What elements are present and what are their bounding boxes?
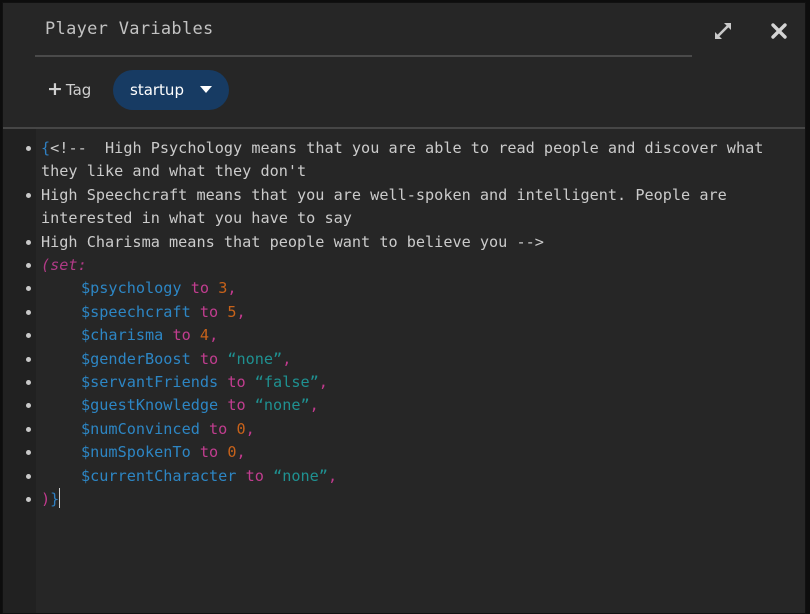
tag-startup[interactable]: startup bbox=[113, 70, 229, 110]
comma: , bbox=[309, 396, 319, 415]
close-x-icon bbox=[771, 23, 787, 39]
close-paren: ) bbox=[41, 490, 51, 509]
code-line: High Charisma means that people want to … bbox=[3, 231, 805, 254]
variable-name: $guestKnowledge bbox=[81, 396, 219, 415]
code-line-assignment: $psychology to 3, bbox=[3, 277, 805, 300]
variable-name: $psychology bbox=[81, 279, 182, 298]
variable-value: “none” bbox=[254, 396, 310, 415]
text-cursor bbox=[59, 488, 61, 509]
variable-value: 5 bbox=[227, 302, 237, 321]
comma: , bbox=[245, 419, 255, 438]
player-variables-dialog: Player Variables + Tag startup {<!-- Hig… bbox=[2, 2, 806, 614]
variable-value: 4 bbox=[199, 326, 210, 345]
to-keyword: to bbox=[227, 396, 246, 415]
close-brace: } bbox=[50, 490, 60, 509]
maximize-button[interactable] bbox=[711, 19, 735, 43]
code-line-assignment: $charisma to 4, bbox=[3, 324, 805, 347]
comment-text: High Psychology means that you are able … bbox=[41, 139, 773, 181]
code-line-assignment: $servantFriends to “false”, bbox=[3, 371, 805, 394]
code-line-assignment: $numSpokenTo to 0, bbox=[3, 441, 805, 464]
variable-value: “none” bbox=[227, 349, 283, 368]
comma: , bbox=[236, 302, 246, 321]
code-line-assignment: $numConvinced to 0, bbox=[3, 418, 805, 441]
to-keyword: to bbox=[190, 279, 210, 298]
comma: , bbox=[236, 443, 246, 462]
comment-open: <!-- bbox=[50, 139, 106, 157]
tag-toolbar: + Tag startup bbox=[3, 65, 805, 125]
variable-value: “false” bbox=[254, 373, 319, 392]
variable-name: $numSpokenTo bbox=[81, 443, 191, 462]
comma: , bbox=[327, 466, 338, 485]
to-keyword: to bbox=[199, 443, 219, 462]
code-line-assignment: $speechcraft to 5, bbox=[3, 301, 805, 324]
add-tag-label: Tag bbox=[65, 80, 92, 99]
code-line: (set: bbox=[3, 254, 805, 277]
plus-icon: + bbox=[47, 78, 63, 100]
to-keyword: to bbox=[199, 349, 219, 368]
dialog-title[interactable]: Player Variables bbox=[45, 19, 214, 39]
code-line: {<!-- High Psychology means that you are… bbox=[3, 137, 805, 184]
brace-open: { bbox=[41, 139, 51, 157]
variable-name: $charisma bbox=[81, 326, 164, 345]
comma: , bbox=[227, 279, 237, 298]
add-tag-button[interactable]: + Tag bbox=[47, 80, 91, 99]
comment-text: High Charisma means that people want to … bbox=[41, 232, 544, 251]
set-macro: (set: bbox=[41, 256, 87, 275]
code-line-assignment: $genderBoost to “none”, bbox=[3, 348, 805, 371]
code-editor[interactable]: {<!-- High Psychology means that you are… bbox=[3, 127, 805, 613]
to-keyword: to bbox=[245, 466, 264, 485]
variable-name: $speechcraft bbox=[81, 302, 191, 321]
comma: , bbox=[209, 326, 219, 345]
variable-name: $currentCharacter bbox=[81, 466, 237, 485]
code-line: )} bbox=[3, 488, 805, 511]
close-button[interactable] bbox=[767, 19, 791, 43]
code-line-assignment: $currentCharacter to “none”, bbox=[3, 465, 805, 488]
title-bar: Player Variables bbox=[35, 3, 692, 57]
to-keyword: to bbox=[227, 373, 246, 392]
tag-label: startup bbox=[130, 81, 184, 99]
editor-lines[interactable]: {<!-- High Psychology means that you are… bbox=[3, 137, 805, 512]
variable-name: $servantFriends bbox=[81, 373, 219, 392]
comma: , bbox=[282, 349, 292, 368]
comma: , bbox=[318, 373, 328, 392]
to-keyword: to bbox=[172, 326, 191, 345]
variable-value: 3 bbox=[218, 279, 228, 298]
code-line-assignment: $guestKnowledge to “none”, bbox=[3, 394, 805, 417]
variable-value: 0 bbox=[227, 443, 237, 462]
comment-text: High Speechcraft means that you are well… bbox=[41, 185, 736, 228]
variable-value: 0 bbox=[236, 419, 246, 438]
variable-name: $genderBoost bbox=[81, 349, 191, 368]
to-keyword: to bbox=[209, 419, 228, 438]
variable-value: “none” bbox=[273, 466, 328, 485]
code-line: High Speechcraft means that you are well… bbox=[3, 184, 805, 231]
maximize-arrows-icon bbox=[715, 23, 731, 39]
caret-down-icon[interactable] bbox=[200, 86, 212, 93]
variable-name: $numConvinced bbox=[81, 419, 200, 438]
to-keyword: to bbox=[199, 302, 219, 321]
